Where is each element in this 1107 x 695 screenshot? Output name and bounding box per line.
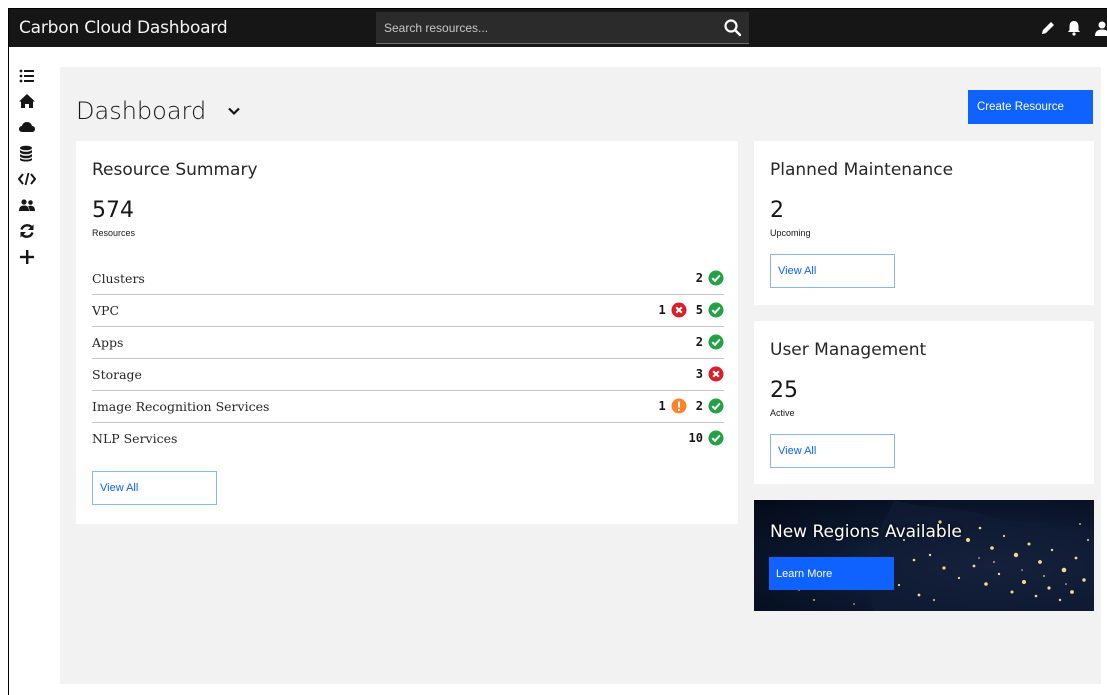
resource-status: 10 [685,429,724,447]
error-count: 3 [695,367,703,381]
error-count: 1 [658,303,666,317]
main-content: Dashboard Create Resource Resource Summa… [60,67,1101,684]
checkmark-icon [708,430,724,446]
resource-view-all-button[interactable]: View All [92,471,217,505]
resource-name: Clusters [92,271,145,286]
app-title[interactable]: Carbon Cloud Dashboard [19,18,228,38]
resource-name: NLP Services [92,431,178,446]
banner-title: New Regions Available [770,522,962,542]
resource-name: Image Recognition Services [92,399,270,414]
pencil-icon[interactable] [1039,19,1057,37]
error-icon [671,302,687,318]
ok-count: 2 [695,335,703,349]
resource-status: 2 [692,269,724,287]
checkmark-icon [708,302,724,318]
resource-name: VPC [92,303,120,318]
error-icon [708,366,724,382]
resource-row[interactable]: Clusters 2 [92,263,724,295]
planned-maintenance-card: Planned Maintenance 2 Upcoming View All [754,141,1094,305]
home-icon[interactable] [18,92,36,110]
cloud-icon[interactable] [18,118,36,136]
ok-count: 10 [688,431,703,445]
add-icon[interactable] [18,248,36,266]
resource-name: Apps [92,335,124,350]
bell-icon[interactable] [1065,19,1083,37]
search-bar [376,12,749,44]
resource-status: 3 [692,365,724,383]
resource-status: 2 [692,333,724,351]
app-window: Carbon Cloud Dashboard Search resources.… [8,8,1107,695]
warning-icon [671,398,687,414]
maintenance-count-label: Upcoming [770,228,811,238]
user-icon[interactable] [1093,19,1107,37]
resource-row[interactable]: Storage 3 [92,359,724,391]
checkmark-icon [708,270,724,286]
page-title: Dashboard [76,97,207,125]
code-icon[interactable] [17,170,37,188]
create-resource-button[interactable]: Create Resource [968,90,1093,124]
resource-total-label: Resources [92,228,136,238]
card-title: User Management [770,340,927,360]
night-map-image [783,500,1094,611]
learn-more-button[interactable]: Learn More [769,557,894,590]
card-title: Planned Maintenance [770,160,954,180]
resource-status: 1 5 [655,301,724,319]
user-management-card: User Management 25 Active View All [754,321,1094,484]
warning-count: 1 [658,399,666,413]
maintenance-count: 2 [770,198,784,223]
resource-name: Storage [92,367,142,382]
top-header: Carbon Cloud Dashboard [9,9,1107,47]
resource-total: 574 [92,198,134,223]
refresh-icon[interactable] [18,222,36,240]
resource-summary-card: Resource Summary 574 Resources Clusters … [76,141,738,524]
search-input[interactable] [376,12,706,43]
list-icon[interactable] [18,67,36,85]
active-user-count: 25 [770,378,798,403]
users-icon[interactable] [18,196,36,214]
search-icon[interactable] [723,18,743,38]
checkmark-icon [708,398,724,414]
resource-row[interactable]: VPC 1 5 [92,295,724,327]
resource-status: 1 2 [655,397,724,415]
users-view-all-button[interactable]: View All [770,434,895,468]
resource-row[interactable]: NLP Services 10 [92,423,724,455]
ok-count: 2 [695,271,703,285]
ok-count: 5 [695,303,703,317]
ok-count: 2 [695,399,703,413]
card-title: Resource Summary [92,160,258,180]
maintenance-view-all-button[interactable]: View All [770,254,895,288]
checkmark-icon [708,334,724,350]
side-nav [9,47,60,695]
resource-row[interactable]: Image Recognition Services 1 2 [92,391,724,423]
resource-list: Clusters 2 VPC 1 5 Apps 2 Storage 3 Imag… [92,263,724,455]
chevron-down-icon[interactable] [227,104,241,118]
active-user-label: Active [770,408,795,418]
resource-row[interactable]: Apps 2 [92,327,724,359]
database-icon[interactable] [18,144,36,162]
new-regions-banner: New Regions Available Learn More [754,500,1094,611]
